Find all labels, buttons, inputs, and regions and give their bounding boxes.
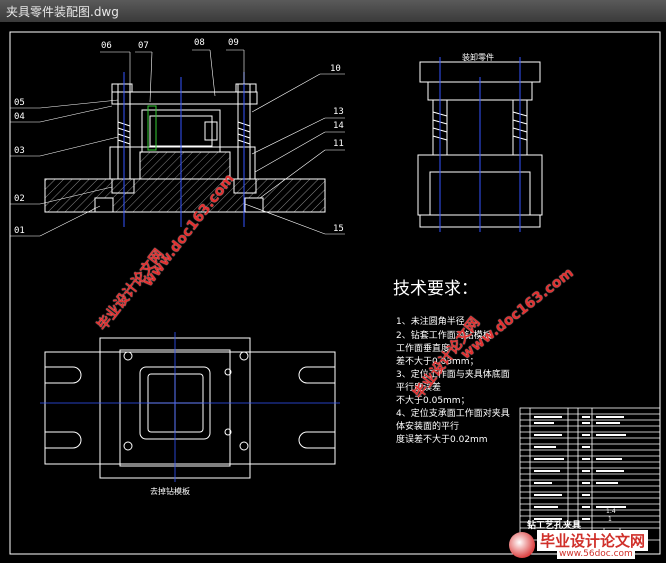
logo-disc-icon	[509, 532, 535, 558]
tech-line-5: 3、定位工作面与夹具体底面	[396, 370, 510, 380]
plan-view-title: 去掉钻模板	[150, 487, 190, 496]
part-label-14: 14	[333, 121, 344, 131]
tech-requirements-title: 技术要求：	[393, 279, 478, 299]
part-label-11: 11	[333, 139, 344, 149]
part-label-05: 05	[14, 98, 25, 108]
tech-line-9: 体安装面的平行	[396, 422, 460, 432]
side-view-title: 装卸零件	[462, 53, 494, 62]
site-logo: 毕业设计论文网 www.56doc.com	[505, 530, 663, 562]
part-label-04: 04	[14, 112, 25, 122]
part-label-02: 02	[14, 194, 25, 204]
part-label-01: 01	[14, 226, 25, 236]
part-label-10: 10	[330, 64, 341, 74]
tech-line-1: 1、未注圆角半径	[396, 317, 465, 327]
logo-name: 毕业设计论文网	[537, 530, 649, 551]
tech-line-10: 度误差不大于0.02mm	[396, 435, 488, 445]
window-title: 夹具零件装配图.dwg	[6, 5, 119, 19]
title-block-sheet: 1	[608, 516, 612, 523]
plan-view	[44, 337, 336, 479]
part-label-15: 15	[333, 224, 344, 234]
tech-line-8: 4、定位支承面工作面对夹具	[396, 409, 510, 419]
part-label-08: 08	[194, 38, 205, 48]
part-label-07: 07	[138, 41, 149, 51]
part-label-13: 13	[333, 107, 344, 117]
part-label-09: 09	[228, 38, 239, 48]
part-label-03: 03	[14, 146, 25, 156]
title-block-scale: 1:4	[606, 508, 616, 515]
logo-url: www.56doc.com	[557, 549, 635, 559]
tech-line-7: 不大于0.05mm；	[396, 396, 470, 406]
highlight-bushing	[147, 105, 157, 151]
drawing-canvas[interactable]: 06 07 08 09 10 05 04 03 13 14 11 02 01 1…	[0, 22, 666, 563]
part-label-06: 06	[101, 41, 112, 51]
cad-drawing	[9, 31, 661, 555]
window-titlebar[interactable]: 夹具零件装配图.dwg	[0, 0, 666, 23]
